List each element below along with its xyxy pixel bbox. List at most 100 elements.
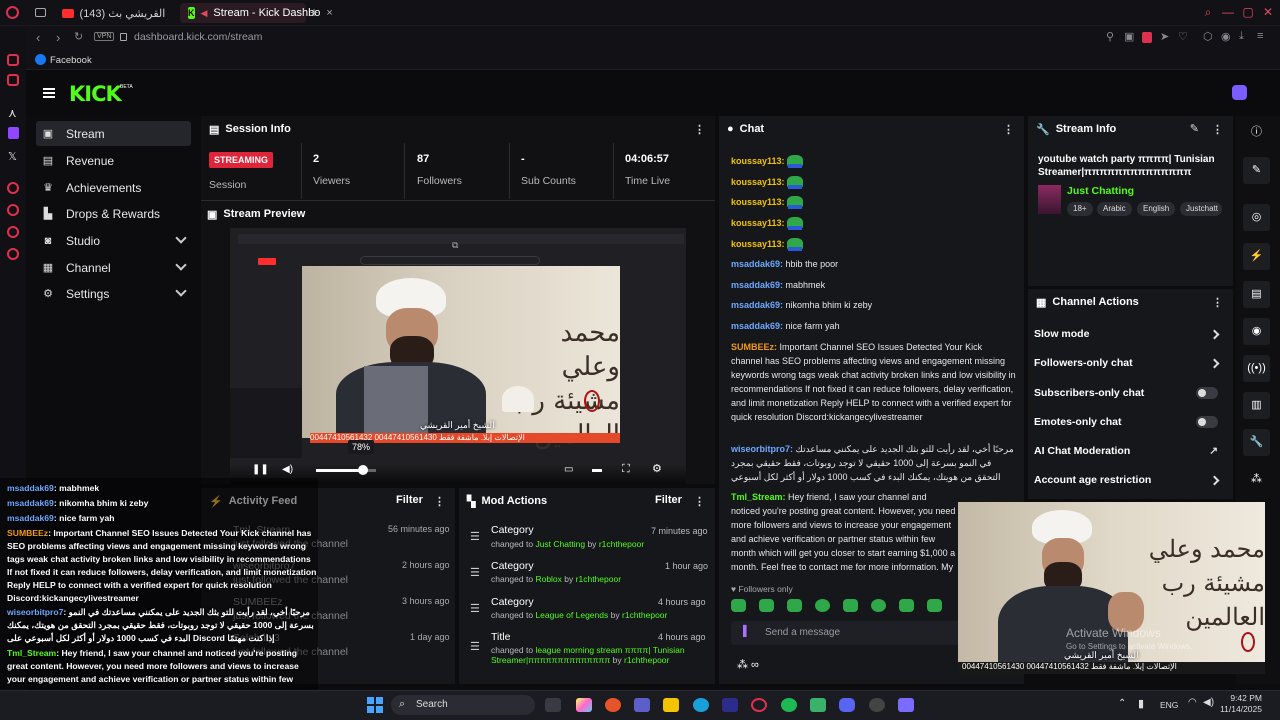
volume-knob[interactable] [357,465,368,475]
tag-badge[interactable]: Justchatt [1180,202,1222,216]
heart-icon[interactable]: ♡ [1178,30,1188,43]
more-options-icon[interactable]: ⋮ [1003,123,1014,136]
sidebar-item-studio[interactable]: ◙ Studio [36,228,191,253]
chat-username[interactable]: koussay113: [731,239,785,249]
mod-action-user[interactable]: r1chthepoor [624,655,669,665]
more-options-icon[interactable]: ⋮ [694,495,705,508]
tag-badge[interactable]: English [1137,202,1176,216]
snapshot-icon[interactable]: ▣ [1124,30,1134,43]
chat-username[interactable]: msaddak69 [731,259,780,269]
settings-gear-icon[interactable]: ⚙ [652,462,662,475]
filter-button[interactable]: Filter [396,494,423,506]
history-icon[interactable] [7,204,19,216]
more-options-icon[interactable]: ⋮ [434,495,445,508]
sidebar-item-stream[interactable]: ▣ Stream [36,121,191,146]
volume-tray-icon[interactable]: ◀) [1203,697,1214,708]
chat-username[interactable]: SUMBEEz [731,342,774,352]
theater-icon[interactable]: ▬ [592,464,602,475]
windows-start-icon[interactable] [367,697,383,713]
edit-pencil-icon[interactable]: ✎ [1190,122,1199,135]
url-field[interactable]: dashboard.kick.com/stream [134,31,262,43]
taskbar-search[interactable]: ⌕ Search [391,695,535,715]
emote-icon[interactable] [927,599,942,612]
emote-icon[interactable] [759,599,774,612]
mod-action-user[interactable]: r1chthepoor [599,539,644,549]
vpn-badge[interactable]: VPN [94,32,115,41]
clock[interactable]: 9:42 PM 11/14/2025 [1218,693,1262,715]
slow-mode-row[interactable]: Slow mode [1034,328,1224,350]
tag-badge[interactable]: Arabic [1097,202,1132,216]
new-tab-icon[interactable]: + [310,4,318,20]
teams-icon[interactable] [634,698,650,712]
discord-icon[interactable] [839,698,855,712]
back-icon[interactable]: ‹ [36,30,40,45]
chat-username[interactable]: msaddak69 [731,280,780,290]
edge-icon[interactable] [693,698,709,712]
followers-only-row[interactable]: Followers-only chat [1034,357,1224,379]
app-icon[interactable] [898,698,914,712]
profile-icon[interactable]: ◉ [1221,30,1231,43]
opera-logo-icon[interactable] [6,6,19,19]
account-age-row[interactable]: Account age restriction [1034,474,1224,496]
layout-icon[interactable]: ▥ [1243,392,1270,419]
more-options-icon[interactable]: ⋮ [1212,123,1223,136]
copilot-icon[interactable] [576,698,592,712]
send-icon[interactable]: ➤ [1160,30,1169,43]
sidebar-item-settings[interactable]: ⚙ Settings [36,281,191,306]
microphone-tray-icon[interactable]: ▮ [1138,697,1144,710]
category-name[interactable]: Just Chatting [1067,185,1134,197]
search-tabs-icon[interactable]: ⌕ [1201,5,1215,19]
chat-username[interactable]: koussay113: [731,197,785,207]
wrench-icon[interactable]: 🔧 [1243,429,1270,456]
file-explorer-icon[interactable] [663,698,679,712]
reload-icon[interactable]: ↻ [74,30,83,43]
wifi-icon[interactable]: ◠ [1188,697,1197,708]
x-icon[interactable]: 𝕏 [8,150,17,163]
emote-icon[interactable] [843,599,858,612]
stream-preview-player[interactable]: محمد وعليمشيئة رب العالمين الشيخ أمير ال… [230,228,686,484]
document-icon[interactable]: ▤ [1243,281,1270,308]
ai-moderation-row[interactable]: AI Chat Moderation ↗ [1034,445,1224,467]
tray-chevron-icon[interactable]: ⌃ [1118,698,1126,709]
volume-icon[interactable]: ◀) [282,464,293,475]
tab-kick-dashboard[interactable]: K ◀ Stream - Kick Dashbo × [180,3,333,23]
sidebar-app-icon[interactable]: ⋏ [8,106,17,120]
kick-logo[interactable]: KICK [69,82,122,106]
sidebar-app-icon[interactable] [7,226,19,238]
sidebar-item-channel[interactable]: ▦ Channel [36,255,191,280]
category-thumbnail[interactable] [1038,185,1061,214]
pause-icon[interactable]: ❚❚ [252,464,269,475]
edit-icon[interactable]: ✎ [1243,157,1270,184]
share-icon[interactable]: ⁂ [1243,466,1270,493]
chat-username[interactable]: wiseorbitpro7 [731,444,790,454]
info-icon[interactable]: ⓘ [1243,119,1270,146]
sidebar-item-achievements[interactable]: ♛ Achievements [36,175,191,200]
microphone-icon[interactable]: ▌ [743,626,750,637]
subscribers-only-toggle[interactable] [1196,387,1218,399]
twitch-icon[interactable] [8,127,19,139]
sidebar-item-drops[interactable]: ▙ Drops & Rewards [36,201,191,226]
broadcast-icon[interactable]: ((•)) [1243,355,1270,382]
filter-button[interactable]: Filter [655,494,682,506]
opera-icon[interactable] [751,698,767,712]
close-window-icon[interactable]: ✕ [1261,5,1275,19]
maximize-icon[interactable]: ▢ [1241,5,1255,19]
sidebar-app-icon[interactable] [7,182,19,194]
mod-action-user[interactable]: r1chthepoor [576,574,621,584]
user-avatar[interactable] [1232,85,1247,100]
chat-icon[interactable]: ◉ [1243,318,1270,345]
bookmark-facebook[interactable]: Facebook [50,55,92,66]
chat-input[interactable]: ▌ Send a message [731,621,961,645]
close-tab-icon[interactable]: × [326,7,332,19]
minimize-icon[interactable]: — [1221,5,1235,19]
premiere-icon[interactable] [722,698,738,712]
task-view-icon[interactable] [545,698,561,712]
popout-icon[interactable]: ⧉ [452,240,458,251]
chat-username[interactable]: msaddak69 [731,300,780,310]
pin-icon[interactable]: ⚲ [1106,30,1114,43]
sidebar-app-icon[interactable] [7,54,19,66]
download-icon[interactable]: ⤓ [1239,30,1244,43]
emote-icon[interactable] [815,599,830,612]
more-options-icon[interactable]: ⋮ [694,123,705,136]
tab-youtube[interactable]: (143) الشيخ أمير القريشي بث... [54,3,176,23]
